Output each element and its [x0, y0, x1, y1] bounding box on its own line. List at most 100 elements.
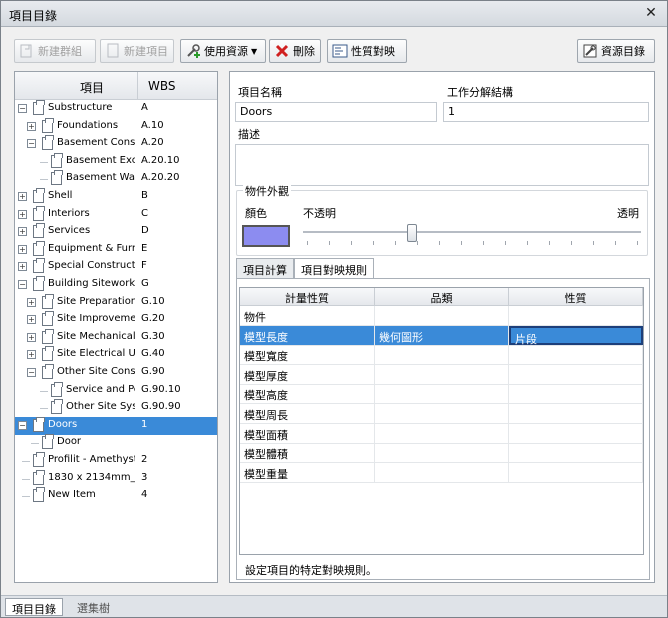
- grid-cell[interactable]: 模型重量: [240, 462, 375, 482]
- grid-header-cell[interactable]: 計量性質: [240, 288, 375, 307]
- tree-row[interactable]: Profilit - Amethyst 2: [15, 452, 217, 470]
- tree-row[interactable]: Basement Exca... A.20.10: [15, 152, 217, 171]
- transparency-slider-track[interactable]: [303, 231, 641, 233]
- expand-toggle-icon[interactable]: +: [18, 262, 27, 272]
- grid-cell[interactable]: [509, 462, 643, 482]
- expand-toggle-icon[interactable]: +: [27, 121, 36, 131]
- grid-cell[interactable]: 物件: [240, 306, 375, 325]
- grid-cell[interactable]: [509, 423, 643, 443]
- grid-cell[interactable]: [509, 345, 643, 365]
- grid-cell[interactable]: 片段: [509, 325, 643, 346]
- grid-cell[interactable]: [375, 306, 509, 325]
- tab-item-calc[interactable]: 項目計算: [236, 258, 294, 279]
- description-input[interactable]: [235, 144, 649, 186]
- expand-toggle-icon[interactable]: −: [18, 420, 27, 430]
- grid-cell[interactable]: 模型長度: [240, 325, 375, 345]
- close-icon[interactable]: ✕: [643, 5, 659, 21]
- transparency-slider-thumb[interactable]: [406, 224, 417, 242]
- expand-toggle-icon[interactable]: −: [27, 139, 36, 149]
- expand-toggle-icon[interactable]: −: [27, 368, 36, 377]
- expand-toggle-icon[interactable]: +: [27, 297, 36, 307]
- grid-row[interactable]: 模型周長: [240, 404, 643, 424]
- tree-row[interactable]: Door: [15, 434, 217, 452]
- delete-button[interactable]: 刪除: [269, 39, 321, 63]
- tree-row[interactable]: New Item 4: [15, 487, 217, 505]
- grid-header-cell[interactable]: 性質: [509, 288, 643, 307]
- tree-row[interactable]: − Doors 1: [15, 416, 217, 435]
- tree-row[interactable]: + Foundations A.10: [15, 117, 217, 136]
- grid-cell[interactable]: 模型周長: [240, 404, 375, 423]
- grid-cell[interactable]: [375, 345, 509, 365]
- tree-connector: [40, 390, 48, 392]
- property-mapping-button[interactable]: 性質對映: [327, 39, 407, 63]
- grid-cell[interactable]: [509, 443, 643, 463]
- grid-cell[interactable]: [509, 364, 643, 384]
- grid-row[interactable]: 模型厚度: [240, 364, 643, 385]
- grid-row[interactable]: 模型體積: [240, 443, 643, 464]
- header-wbs[interactable]: WBS: [148, 79, 176, 93]
- tree-row[interactable]: Other Site Syst... G.90.90: [15, 399, 217, 417]
- grid-row[interactable]: 模型面積: [240, 423, 643, 444]
- expand-toggle-icon[interactable]: −: [18, 280, 27, 289]
- grid-row[interactable]: 模型重量: [240, 462, 643, 483]
- tab-item-catalog[interactable]: 項目目錄: [5, 598, 63, 616]
- tree-row[interactable]: + Site Mechanical... G.30: [15, 328, 217, 347]
- tree-row[interactable]: − Basement Constr... A.20: [15, 135, 217, 153]
- expand-toggle-icon[interactable]: +: [18, 227, 27, 237]
- tree-row[interactable]: − Other Site Const... G.90: [15, 364, 217, 382]
- grid-cell[interactable]: [509, 306, 643, 325]
- item-name-input[interactable]: Doors: [235, 102, 437, 122]
- grid-cell[interactable]: 幾何圖形: [375, 325, 509, 345]
- new-group-button[interactable]: 新建群組: [14, 39, 96, 63]
- mapping-grid[interactable]: 計量性質 品類 性質 物件 模型長度 幾何圖形 片段 模型寬度 模型厚度 模型高度 模型周長 模型面積…: [239, 287, 644, 555]
- expand-toggle-icon[interactable]: +: [27, 315, 36, 325]
- expand-toggle-icon[interactable]: +: [18, 192, 27, 201]
- use-resource-button[interactable]: 使用資源 ▼: [180, 39, 266, 63]
- tree-row[interactable]: + Shell B: [15, 188, 217, 206]
- grid-cell[interactable]: 模型面積: [240, 423, 375, 443]
- grid-cell[interactable]: [375, 364, 509, 384]
- grid-row[interactable]: 模型寬度: [240, 345, 643, 366]
- grid-cell[interactable]: [375, 462, 509, 482]
- tree-row[interactable]: Basement Walls A.20.20: [15, 170, 217, 188]
- grid-cell[interactable]: 模型寬度: [240, 345, 375, 365]
- wbs-input[interactable]: 1: [443, 102, 649, 122]
- grid-cell[interactable]: [375, 404, 509, 423]
- expand-toggle-icon[interactable]: +: [27, 350, 36, 360]
- tree-row[interactable]: + Special Constructio... F: [15, 258, 217, 276]
- item-tree[interactable]: 項目 WBS − Substructure A + Foundations A.10 − Ba…: [14, 71, 218, 583]
- tree-row[interactable]: + Site Electrical Uti... G.40: [15, 346, 217, 364]
- tree-row[interactable]: Service and Pe... G.90.10: [15, 381, 217, 400]
- expand-toggle-icon[interactable]: +: [27, 332, 36, 342]
- grid-cell[interactable]: [375, 384, 509, 404]
- grid-cell[interactable]: [509, 404, 643, 423]
- new-item-button[interactable]: 新建項目: [100, 39, 174, 63]
- grid-row[interactable]: 模型高度: [240, 384, 643, 405]
- grid-cell[interactable]: 模型高度: [240, 384, 375, 404]
- expand-toggle-icon[interactable]: −: [18, 104, 27, 113]
- color-swatch[interactable]: [242, 225, 290, 247]
- tree-row[interactable]: + Site Improvements G.20: [15, 311, 217, 329]
- tree-row[interactable]: − Substructure A: [15, 100, 217, 118]
- header-item[interactable]: 項目: [80, 79, 104, 96]
- grid-row[interactable]: 模型長度 幾何圖形 片段: [240, 325, 643, 346]
- tree-row[interactable]: 1830 x 2134mm_M... 3: [15, 469, 217, 488]
- tab-selection-tree[interactable]: 選集樹: [71, 598, 116, 616]
- grid-header-cell[interactable]: 品類: [375, 288, 509, 307]
- tree-row[interactable]: + Equipment & Furni... E: [15, 240, 217, 259]
- grid-cell[interactable]: 模型厚度: [240, 364, 375, 384]
- grid-cell[interactable]: 模型體積: [240, 443, 375, 463]
- tree-row[interactable]: + Interiors C: [15, 205, 217, 224]
- grid-row[interactable]: 物件: [240, 306, 643, 326]
- tree-row[interactable]: − Building Sitework G: [15, 276, 217, 294]
- expand-toggle-icon[interactable]: +: [18, 209, 27, 219]
- tab-mapping-rules[interactable]: 項目對映規則: [294, 258, 374, 279]
- tree-row[interactable]: + Services D: [15, 223, 217, 241]
- grid-cell[interactable]: [375, 443, 509, 463]
- grid-cell[interactable]: [509, 384, 643, 404]
- tree-row[interactable]: + Site Preparation G.10: [15, 293, 217, 312]
- description-label: 描述: [238, 128, 260, 141]
- expand-toggle-icon[interactable]: +: [18, 244, 27, 254]
- grid-cell[interactable]: [375, 423, 509, 443]
- resource-catalog-button[interactable]: 資源目錄: [577, 39, 655, 63]
